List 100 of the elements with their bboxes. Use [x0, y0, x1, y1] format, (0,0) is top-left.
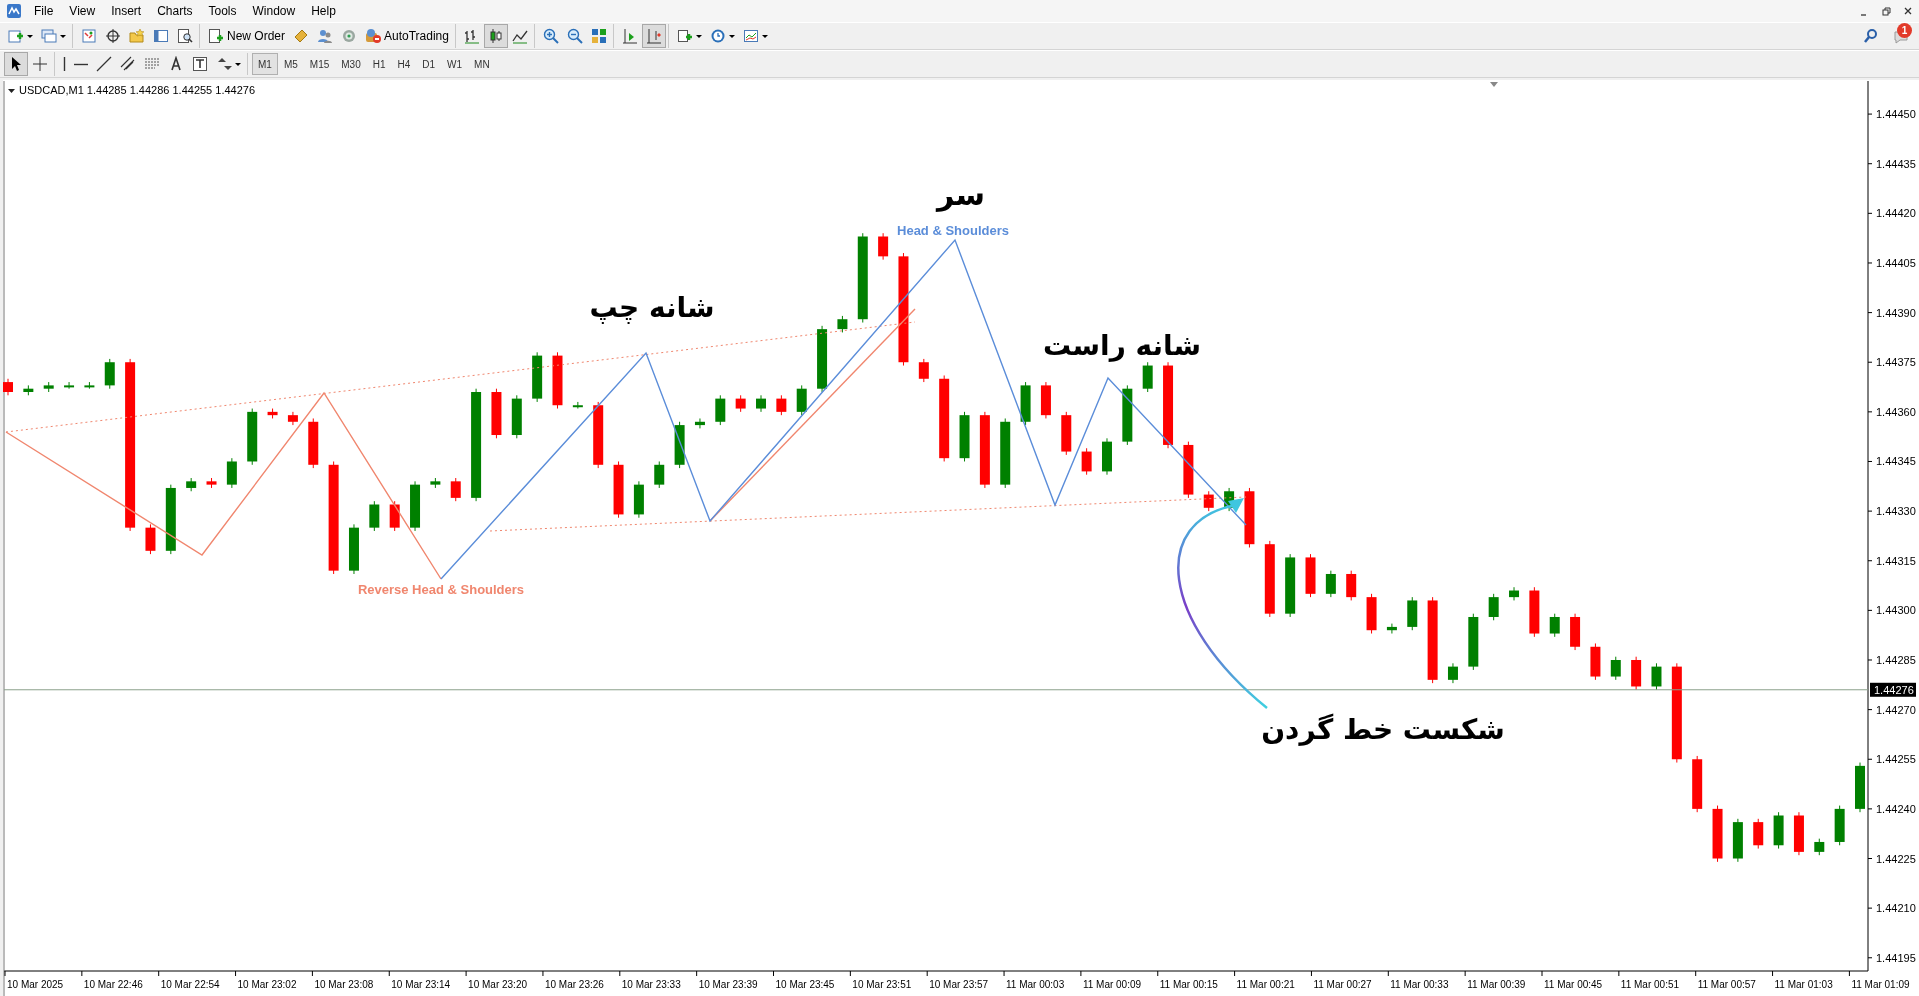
- magnifier-document-icon: [177, 28, 193, 44]
- candlestick: [1529, 586, 1540, 638]
- price-label: 1.44195: [1876, 951, 1916, 964]
- candlestick: [165, 484, 176, 555]
- candlestick: [918, 358, 929, 383]
- candlestick: [186, 477, 197, 492]
- autotrading-button[interactable]: AutoTrading: [361, 24, 453, 48]
- timeframe-button[interactable]: H1: [366, 53, 392, 75]
- menu-item[interactable]: View: [61, 0, 104, 22]
- indicator-plus-icon: [676, 28, 693, 44]
- candlestick: [633, 480, 644, 519]
- timeframe-button[interactable]: M1: [252, 53, 278, 75]
- price-label: 1.44330: [1876, 505, 1916, 518]
- horizontal-line-icon: [74, 62, 88, 66]
- candlestick: [1509, 586, 1519, 601]
- candlestick: [1468, 613, 1479, 671]
- chart-shift-marker-icon: [1490, 82, 1498, 87]
- time-label: 10 Mar 23:39: [698, 979, 758, 990]
- price-label: 1.44315: [1876, 554, 1916, 567]
- candlestick: [878, 232, 889, 261]
- candlestick: [1570, 613, 1581, 651]
- menu-item[interactable]: Insert: [103, 0, 150, 22]
- candlestick: [287, 411, 298, 426]
- timeframe-button[interactable]: W1: [441, 53, 469, 75]
- time-label: 10 Mar 2025: [7, 979, 64, 990]
- candlestick: [1020, 381, 1031, 426]
- timeframe-button[interactable]: H4: [391, 53, 417, 75]
- search-icon[interactable]: [1863, 28, 1879, 44]
- annotation-text: سر: [936, 177, 986, 212]
- time-label: 11 Mar 00:33: [1390, 979, 1449, 990]
- time-label: 11 Mar 01:03: [1774, 979, 1833, 990]
- restore-icon[interactable]: [1880, 5, 1892, 17]
- caret-icon: [761, 33, 768, 39]
- candlestick: [694, 417, 705, 429]
- time-label: 10 Mar 22:46: [83, 979, 143, 990]
- chart-shift-icon: [621, 28, 638, 44]
- candlestick: [593, 401, 604, 469]
- candlestick: [511, 394, 522, 439]
- line-chart-icon: [511, 28, 528, 44]
- caret-icon: [60, 33, 66, 39]
- time-label: 10 Mar 23:51: [852, 979, 912, 990]
- menu-item[interactable]: File: [26, 0, 62, 22]
- users-icon: [317, 28, 333, 44]
- time-label: 10 Mar 23:14: [391, 979, 451, 990]
- time-label: 11 Mar 00:51: [1620, 979, 1680, 990]
- candlestick: [1325, 570, 1336, 598]
- timeframe-button[interactable]: M15: [303, 53, 336, 75]
- candlestick: [1753, 818, 1764, 850]
- close-icon[interactable]: [1902, 5, 1914, 17]
- candlestick: [1000, 417, 1011, 489]
- candlestick: [1386, 623, 1397, 635]
- crosshair-icon: [32, 56, 48, 72]
- time-label: 10 Mar 23:20: [468, 979, 528, 990]
- chart-header: USDCAD,M1 1.44285 1.44286 1.44255 1.44276: [19, 84, 256, 96]
- timeframe-button[interactable]: M30: [335, 53, 367, 75]
- candlestick: [1244, 487, 1255, 548]
- channel-icon: [120, 56, 136, 72]
- candlestick: [1366, 593, 1377, 635]
- caret-icon: [27, 33, 33, 39]
- candlestick: [84, 381, 95, 390]
- time-label: 10 Mar 23:08: [314, 979, 374, 990]
- time-label: 11 Mar 00:27: [1313, 979, 1372, 990]
- menu-item[interactable]: Tools: [200, 0, 245, 22]
- menu-item[interactable]: Help: [303, 0, 344, 22]
- price-label: 1.44210: [1876, 902, 1916, 915]
- candlestick: [247, 408, 258, 466]
- time-label: 10 Mar 23:02: [237, 979, 297, 990]
- candlestick: [308, 417, 319, 469]
- candlestick-button[interactable]: [483, 24, 508, 48]
- price-label: 1.44360: [1876, 405, 1916, 418]
- candlestick: [776, 394, 787, 416]
- candlestick: [104, 358, 115, 390]
- window-icon: [153, 28, 169, 44]
- candlestick: [369, 500, 380, 532]
- menu-item[interactable]: Window: [244, 0, 304, 22]
- candlestick: [1081, 447, 1092, 476]
- fibonacci-icon: [144, 56, 160, 72]
- candlestick: [674, 421, 685, 469]
- candlestick: [349, 523, 359, 575]
- time-label: 11 Mar 00:39: [1467, 979, 1526, 990]
- price-label: 1.44300: [1876, 604, 1916, 617]
- timeframe-button[interactable]: MN: [468, 53, 496, 75]
- letter-a-icon: [168, 56, 184, 72]
- new-order-button[interactable]: New Order: [204, 24, 289, 48]
- candlestick: [1712, 805, 1723, 863]
- autoscroll-button[interactable]: [641, 24, 666, 48]
- candlestick: [1793, 811, 1804, 856]
- annotation-text: شانه راست: [1042, 329, 1202, 362]
- time-label: 10 Mar 23:33: [621, 979, 681, 990]
- candlestick: [1447, 662, 1458, 684]
- timeframe-button[interactable]: D1: [416, 53, 442, 75]
- chart-template-icon: [742, 28, 759, 44]
- candlestick: [959, 411, 970, 462]
- cursor-button[interactable]: [4, 52, 28, 76]
- timeframe-button[interactable]: M5: [277, 53, 304, 75]
- candlestick: [1305, 553, 1316, 598]
- signal-icon: [341, 28, 357, 44]
- menu-item[interactable]: Charts: [149, 0, 201, 22]
- caret-icon: [728, 33, 735, 39]
- text-label-icon: [192, 56, 208, 72]
